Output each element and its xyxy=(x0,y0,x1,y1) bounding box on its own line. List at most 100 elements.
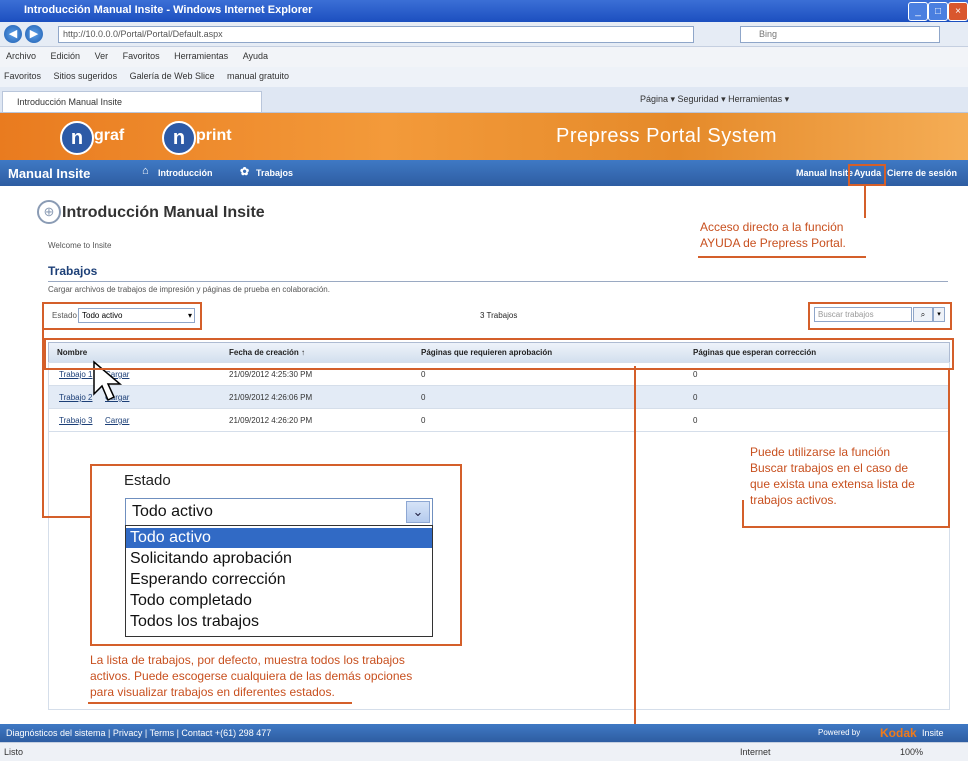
callout-line xyxy=(742,526,950,528)
welcome-text: Welcome to Insite xyxy=(48,241,112,250)
gear-icon: ✿ xyxy=(240,166,250,178)
kodak-logo: Kodak xyxy=(880,726,917,740)
option-todo-completado[interactable]: Todo completado xyxy=(126,591,432,611)
back-icon[interactable]: ◀ xyxy=(4,25,22,43)
portal-title: Prepress Portal System xyxy=(556,125,778,147)
section-divider xyxy=(48,281,948,282)
maximize-button[interactable]: □ xyxy=(928,2,948,21)
callout-ayuda: Acceso directo a la función AYUDA de Pre… xyxy=(700,219,846,251)
estado-options-list: Todo activo Solicitando aprobación Esper… xyxy=(125,525,433,637)
browser-status-bar: Listo Internet 100% xyxy=(0,742,968,761)
callout-line xyxy=(634,366,636,760)
callout-underline xyxy=(698,256,866,258)
option-solicitando-aprobacion[interactable]: Solicitando aprobación xyxy=(126,549,432,569)
menu-item-edicion[interactable]: Edición xyxy=(51,51,81,61)
job-name-link[interactable]: Trabajo 3 xyxy=(59,416,93,425)
job-approval-count: 0 xyxy=(421,393,426,402)
callout-line xyxy=(948,368,950,528)
section-description: Cargar archivos de trabajos de impresión… xyxy=(48,285,330,294)
home-icon: ⌂ xyxy=(142,165,149,177)
browser-tab[interactable]: Introducción Manual Insite xyxy=(2,91,262,112)
zoom-estado-select[interactable]: Todo activo ⌄ xyxy=(125,498,433,526)
nav-link-logout[interactable]: Cierre de sesión xyxy=(887,168,957,178)
ayuda-highlight xyxy=(848,164,886,186)
callout-buscar-line: Buscar trabajos en el caso de xyxy=(750,461,909,475)
callout-line xyxy=(42,516,90,518)
print-logo-icon: n xyxy=(162,121,196,155)
footer-insite: Insite xyxy=(922,728,944,738)
search-highlight xyxy=(808,302,952,330)
nav-brand[interactable]: Manual Insite xyxy=(8,166,90,181)
menu-bar: Archivo Edición Ver Favoritos Herramient… xyxy=(0,47,968,67)
table-row: Trabajo 2 Cargar 21/09/2012 4:26:06 PM 0… xyxy=(48,385,950,409)
forward-icon[interactable]: ▶ xyxy=(25,25,43,43)
graf-logo-icon: n xyxy=(60,121,94,155)
job-correction-count: 0 xyxy=(693,416,698,425)
footer-links[interactable]: Diagnósticos del sistema | Privacy | Ter… xyxy=(6,728,271,738)
internet-zone: Internet xyxy=(740,747,771,757)
zoom-selected-value: Todo activo xyxy=(132,503,213,520)
footer-powered: Powered by xyxy=(818,728,861,737)
callout-lista: La lista de trabajos, por defecto, muest… xyxy=(90,652,412,700)
callout-lista-line: activos. Puede escogerse cualquiera de l… xyxy=(90,669,413,683)
option-esperando-correccion[interactable]: Esperando corrección xyxy=(126,570,432,590)
option-todo-activo[interactable]: Todo activo xyxy=(126,528,432,548)
chevron-down-icon[interactable]: ⌄ xyxy=(406,501,430,523)
estado-highlight xyxy=(42,302,202,330)
job-name-link[interactable]: Trabajo 1 xyxy=(59,370,93,379)
callout-line xyxy=(864,184,866,218)
callout-lista-line: para visualizar trabajos en diferentes e… xyxy=(90,685,335,699)
browser-search-input[interactable]: Bing xyxy=(740,26,940,43)
page-title: Introducción Manual Insite xyxy=(62,204,265,221)
jobs-count: 3 Trabajos xyxy=(480,311,518,320)
callout-buscar-line: Puede utilizarse la función xyxy=(750,445,891,459)
job-correction-count: 0 xyxy=(693,370,698,379)
fav-item-webslice[interactable]: Galería de Web Slice xyxy=(130,71,215,81)
callout-buscar-line: trabajos activos. xyxy=(750,493,837,507)
zoom-level[interactable]: 100% xyxy=(900,747,923,757)
address-input[interactable]: http://10.0.0.0/Portal/Portal/Default.as… xyxy=(58,26,694,43)
window-titlebar: Introducción Manual Insite - Windows Int… xyxy=(0,0,968,22)
menu-item-herramientas[interactable]: Herramientas xyxy=(174,51,228,61)
header-highlight xyxy=(44,338,954,370)
fav-item-sugeridos[interactable]: Sitios sugeridos xyxy=(54,71,118,81)
address-bar-row: ◀ ▶ http://10.0.0.0/Portal/Portal/Defaul… xyxy=(0,22,968,47)
job-date: 21/09/2012 4:26:06 PM xyxy=(229,393,313,402)
browser-tab-label: Introducción Manual Insite xyxy=(17,97,123,107)
browser-toolbar[interactable]: Página ▾ Seguridad ▾ Herramientas ▾ xyxy=(640,94,789,105)
nav-crumb-intro[interactable]: Introducción xyxy=(158,168,213,178)
job-approval-count: 0 xyxy=(421,416,426,425)
minimize-button[interactable]: _ xyxy=(908,2,928,21)
nav-crumb-trabajos[interactable]: Trabajos xyxy=(256,168,293,178)
section-title: Trabajos xyxy=(48,264,98,278)
menu-item-ayuda[interactable]: Ayuda xyxy=(243,51,268,61)
globe-icon: ⊕ xyxy=(37,200,61,224)
callout-buscar-line: que exista una extensa lista de xyxy=(750,477,915,491)
option-todos-los-trabajos[interactable]: Todos los trabajos xyxy=(126,612,432,632)
status-text: Listo xyxy=(4,747,24,757)
page-footer: Diagnósticos del sistema | Privacy | Ter… xyxy=(0,724,968,742)
table-row: Trabajo 3 Cargar 21/09/2012 4:26:20 PM 0… xyxy=(48,408,950,432)
callout-lista-line: La lista de trabajos, por defecto, muest… xyxy=(90,653,405,667)
job-correction-count: 0 xyxy=(693,393,698,402)
callout-underline xyxy=(88,702,352,704)
nav-link-manual[interactable]: Manual Insite xyxy=(796,168,853,178)
menu-item-archivo[interactable]: Archivo xyxy=(6,51,36,61)
menu-item-favoritos[interactable]: Favoritos xyxy=(123,51,160,61)
portal-banner: n graf n print Prepress Portal System xyxy=(0,113,968,160)
fav-item-manual[interactable]: manual gratuito xyxy=(227,71,289,81)
job-approval-count: 0 xyxy=(421,370,426,379)
app-navbar: Manual Insite ⌂ Introducción ✿ Trabajos … xyxy=(0,160,968,186)
menu-item-ver[interactable]: Ver xyxy=(95,51,109,61)
job-name-link[interactable]: Trabajo 2 xyxy=(59,393,93,402)
favorites-bar: Favoritos Sitios sugeridos Galería de We… xyxy=(0,67,968,87)
job-upload-link[interactable]: Cargar xyxy=(105,416,129,425)
zoom-estado-label: Estado xyxy=(124,472,171,489)
callout-ayuda-line: Acceso directo a la función xyxy=(700,220,844,234)
browser-tab-bar: Introducción Manual Insite Página ▾ Segu… xyxy=(0,87,968,113)
close-button[interactable]: × xyxy=(948,2,968,21)
logo-graf-text: graf xyxy=(94,127,125,144)
job-date: 21/09/2012 4:26:20 PM xyxy=(229,416,313,425)
favorites-button[interactable]: Favoritos xyxy=(4,71,41,81)
window-title: Introducción Manual Insite - Windows Int… xyxy=(24,4,313,16)
